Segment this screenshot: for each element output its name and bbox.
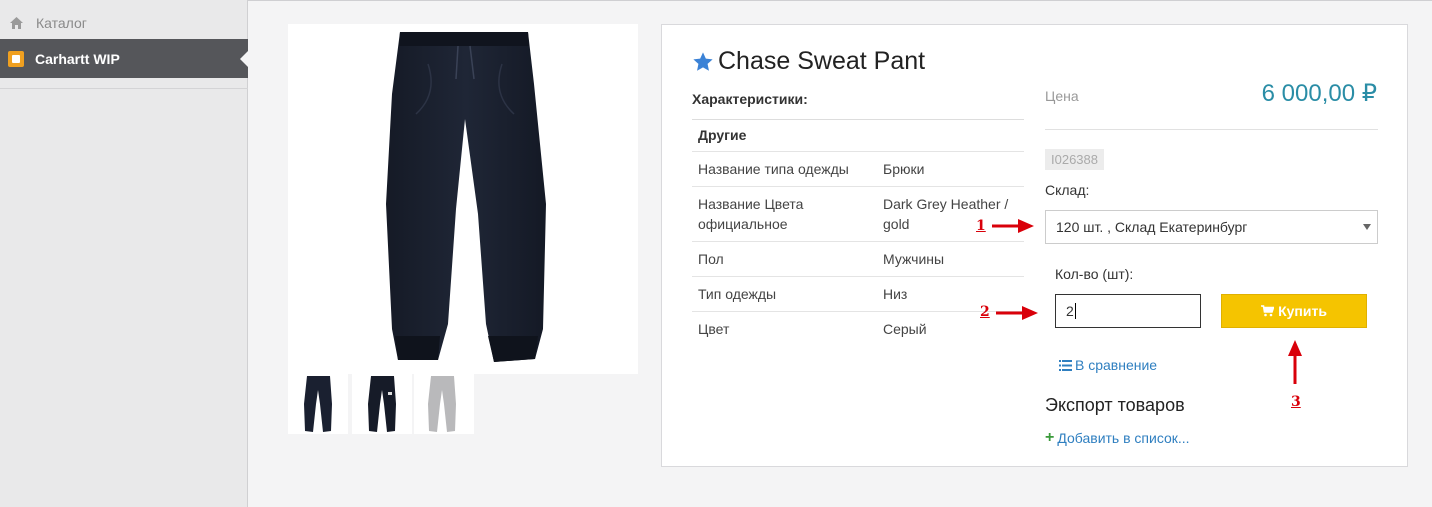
annotation-2: 2	[980, 304, 990, 320]
cart-icon	[1261, 305, 1275, 317]
thumbnail-2[interactable]	[352, 374, 412, 434]
divider	[1045, 129, 1378, 130]
thumbnail-1[interactable]	[288, 374, 348, 434]
plus-icon: +	[1045, 429, 1055, 446]
divider	[0, 88, 248, 89]
product-title: Chase Sweat Pant	[692, 47, 925, 76]
caret-down-icon	[1363, 224, 1371, 230]
breadcrumb-catalog[interactable]: Каталог	[0, 8, 248, 38]
home-icon	[10, 16, 24, 30]
export-heading: Экспорт товаров	[1045, 395, 1185, 415]
specs-heading: Характеристики:	[692, 91, 808, 107]
sidebar-item-label: Carhartt WIP	[35, 50, 120, 67]
spec-value: Мужчины	[883, 251, 945, 267]
compare-label: В сравнение	[1075, 357, 1158, 373]
spec-row: Название Цвета официальное Dark Grey Hea…	[692, 187, 1024, 242]
stock-select-value: 120 шт. , Склад Екатеринбург	[1056, 219, 1248, 235]
spec-key: Пол	[698, 251, 724, 267]
buy-button-label: Купить	[1278, 303, 1327, 319]
quantity-input[interactable]: 2	[1055, 294, 1201, 328]
spec-row: Название типа одежды Брюки	[692, 152, 1024, 187]
sku-badge: I026388	[1045, 149, 1104, 170]
breadcrumb-label: Каталог	[36, 15, 87, 31]
add-to-list-label: Добавить в список...	[1057, 430, 1190, 446]
product-main-image[interactable]	[288, 24, 638, 374]
thumbnail-3[interactable]	[414, 374, 474, 434]
compare-link[interactable]: В сравнение	[1059, 357, 1157, 373]
spec-row: Тип одежды Низ	[692, 277, 1024, 312]
specs-table: Другие Название типа одежды Брюки Назван…	[692, 119, 1024, 346]
sidebar-item-carhartt[interactable]: Carhartt WIP	[0, 39, 248, 78]
add-to-list-link[interactable]: + Добавить в список...	[1045, 429, 1190, 447]
spec-row: Цвет Серый	[692, 312, 1024, 346]
stock-select[interactable]: 120 шт. , Склад Екатеринбург	[1045, 210, 1378, 244]
spec-row: Пол Мужчины	[692, 242, 1024, 277]
active-indicator	[240, 51, 248, 67]
annotation-3: 3	[1291, 394, 1301, 410]
buy-button[interactable]: Купить	[1221, 294, 1367, 328]
stock-label: Склад:	[1045, 182, 1090, 198]
price-value: 6 000,00 ₽	[1261, 80, 1377, 107]
text-cursor	[1074, 303, 1076, 319]
quantity-value: 2	[1066, 303, 1074, 319]
spec-key: Тип одежды	[698, 286, 777, 302]
star-icon[interactable]	[692, 51, 714, 73]
spec-key: Название типа одежды	[698, 161, 849, 177]
spec-value: Брюки	[883, 161, 925, 177]
spec-key: Цвет	[698, 321, 730, 337]
annotation-arrow-2	[996, 306, 1038, 320]
spec-group-label: Другие	[698, 127, 747, 143]
sidebar: Каталог Carhartt WIP	[0, 0, 248, 507]
quantity-label: Кол-во (шт):	[1055, 266, 1134, 282]
spec-key: Название Цвета официальное	[698, 196, 804, 232]
annotation-arrow-3	[1288, 340, 1302, 384]
spec-group-row: Другие	[692, 120, 1024, 152]
list-icon	[1059, 359, 1072, 371]
top-border	[248, 0, 1432, 1]
price-label: Цена	[1045, 88, 1079, 104]
brand-icon	[8, 50, 24, 67]
annotation-arrow-1	[992, 219, 1034, 233]
product-title-text: Chase Sweat Pant	[718, 47, 926, 75]
annotation-1: 1	[976, 218, 986, 234]
